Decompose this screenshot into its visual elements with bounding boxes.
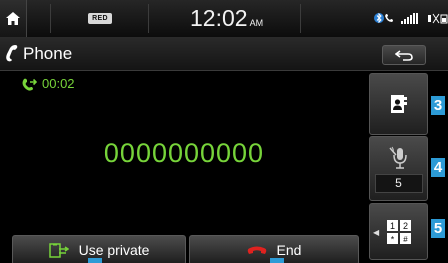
back-button[interactable]	[382, 45, 426, 65]
bluetooth-phone-icon	[374, 12, 393, 24]
keypad-key-1: 1	[389, 221, 394, 231]
call-timer: 00:02	[22, 75, 75, 93]
status-bar: RED 12:02 AM	[0, 0, 448, 37]
contacts-icon	[390, 95, 407, 113]
callout-2-stub	[270, 258, 284, 263]
home-button[interactable]	[0, 0, 27, 37]
signal-strength-icon	[401, 12, 418, 24]
status-divider	[50, 4, 51, 33]
mic-volume-level: 5	[374, 174, 423, 193]
back-arrow-icon	[395, 49, 413, 61]
private-mode-icon	[48, 242, 69, 258]
clock-ampm: AM	[249, 18, 264, 28]
home-icon	[6, 12, 20, 25]
keypad-icon: 1 2 * #	[386, 219, 411, 244]
page-title: Phone	[23, 44, 73, 63]
clock-time: 12:02	[190, 5, 248, 31]
keypad-key-star: *	[390, 234, 394, 244]
title-bar: Phone	[0, 37, 448, 71]
keypad-key-2: 2	[402, 221, 407, 231]
callout-4: 4	[431, 158, 445, 177]
keypad-key-hash: #	[403, 235, 408, 244]
call-duration: 00:02	[42, 76, 75, 91]
status-icons	[374, 12, 448, 24]
status-divider	[148, 4, 149, 33]
status-divider	[300, 4, 301, 33]
call-info-area: 00:02 0000000000	[0, 71, 368, 234]
keypad-button[interactable]: ◀ 1 2 * #	[369, 203, 428, 260]
phone-call-screen: RED 12:02 AM Phone 00:02 0000000000 Use …	[0, 0, 448, 263]
end-call-icon	[247, 246, 266, 254]
use-private-label: Use private	[78, 242, 150, 258]
outgoing-call-icon	[22, 78, 37, 91]
mic-mute-button[interactable]: 5	[369, 136, 428, 201]
expand-arrow-icon: ◀	[373, 228, 380, 237]
callout-5: 5	[431, 219, 445, 238]
media-source-badge: RED	[88, 13, 112, 24]
clock: 12:02 AM	[190, 3, 263, 38]
contacts-button[interactable]	[369, 73, 428, 135]
callout-3: 3	[431, 96, 445, 115]
phone-number: 0000000000	[103, 138, 265, 168]
mic-mute-icon	[388, 146, 407, 169]
callout-1-stub	[88, 258, 102, 263]
phone-handset-icon	[6, 45, 18, 62]
end-call-label: End	[276, 242, 302, 258]
battery-icon	[428, 13, 448, 23]
